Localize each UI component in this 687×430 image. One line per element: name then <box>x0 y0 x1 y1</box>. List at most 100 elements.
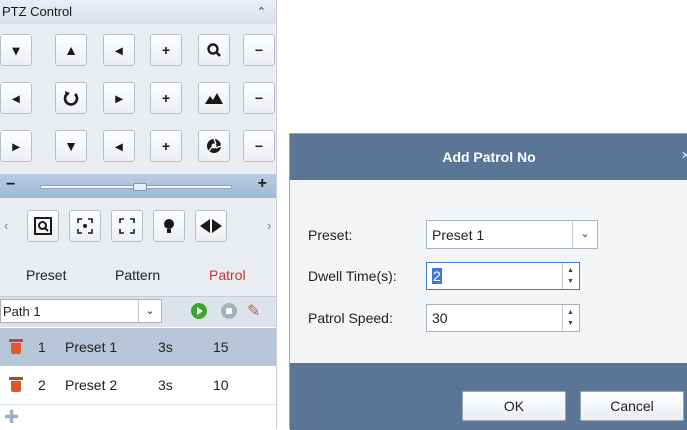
ptz-button-grid: ▾ ▲ ◂ + − ◂ ▸ + − ▸ ▼ ◂ + − <box>0 24 276 174</box>
dialog-header[interactable]: Add Patrol No × <box>290 134 687 180</box>
pan-up-right-icon: ◂ <box>115 41 123 58</box>
focus-far-button[interactable]: − <box>243 82 275 114</box>
patrol-row-speed: 15 <box>213 339 229 355</box>
delete-icon[interactable] <box>9 377 23 392</box>
arrow-left-icon: ◂ <box>12 89 20 106</box>
aperture-icon <box>207 138 222 153</box>
patrol-path-select[interactable]: Path 1 ⌄ <box>0 299 162 323</box>
patrol-speed-stepper[interactable]: 30 ▲ ▼ <box>426 304 580 332</box>
close-icon[interactable]: × <box>681 147 687 164</box>
focus-button[interactable] <box>198 82 230 114</box>
wiper-icon <box>200 219 222 233</box>
ptz-header[interactable]: PTZ Control ⌃ <box>0 0 276 25</box>
ok-button[interactable]: OK <box>462 391 566 421</box>
ptz-speed-bar: − + <box>0 174 276 198</box>
pan-down-left-button[interactable]: ▸ <box>0 130 32 162</box>
dwell-time-stepper[interactable]: 2 ▲ ▼ <box>426 262 580 290</box>
pan-up-right-button[interactable]: ◂ <box>103 34 135 66</box>
minus-icon: − <box>254 42 264 58</box>
dialog-footer: OK Cancel <box>290 363 687 430</box>
toolbar-scroll-left-icon[interactable]: ‹ <box>4 218 8 233</box>
speed-slider-thumb[interactable] <box>132 183 147 191</box>
iris-close-button[interactable]: − <box>243 130 275 162</box>
menu-button[interactable] <box>195 210 227 242</box>
pan-left-button[interactable]: ◂ <box>0 82 32 114</box>
chevron-down-icon[interactable]: ⌄ <box>138 300 161 322</box>
preset-label: Preset: <box>308 227 353 243</box>
auto-scan-button[interactable] <box>55 82 87 114</box>
play-patrol-icon[interactable] <box>191 303 207 319</box>
stepper-down-icon[interactable]: ▼ <box>567 278 574 285</box>
magnifier-icon <box>207 43 221 57</box>
dwell-time-value: 2 <box>432 268 442 284</box>
zoom-out-button[interactable]: − <box>243 34 275 66</box>
chevron-down-icon[interactable]: ⌄ <box>572 221 597 248</box>
fullscreen-button[interactable] <box>111 210 143 242</box>
pan-right-button[interactable]: ▸ <box>103 82 135 114</box>
edit-icon[interactable]: ✎ <box>247 301 260 321</box>
delete-icon[interactable] <box>9 339 23 354</box>
speed-plus-icon[interactable]: + <box>258 175 267 193</box>
pan-up-button[interactable]: ▲ <box>55 34 87 66</box>
focus-near-button[interactable]: + <box>150 82 182 114</box>
patrol-row[interactable]: 1 Preset 1 3s 15 <box>0 328 276 366</box>
add-icon[interactable]: ✚ <box>4 407 19 428</box>
minus-icon: − <box>254 90 264 106</box>
window-search-icon <box>34 217 52 235</box>
refresh-icon <box>63 91 79 106</box>
speed-minus-icon[interactable]: − <box>6 176 15 194</box>
patrol-row-index: 1 <box>38 339 46 355</box>
stepper-up-icon[interactable]: ▲ <box>567 309 574 316</box>
pan-down-right-icon: ◂ <box>115 137 123 154</box>
iris-button[interactable] <box>198 130 230 162</box>
3d-position-button[interactable] <box>69 210 101 242</box>
stepper-arrows: ▲ ▼ <box>562 305 579 331</box>
tab-preset[interactable]: Preset <box>26 267 66 283</box>
patrol-path-value: Path 1 <box>3 304 41 319</box>
stop-patrol-icon[interactable] <box>221 303 237 319</box>
iris-open-button[interactable]: + <box>150 130 182 162</box>
arrow-up-icon: ▲ <box>64 42 78 58</box>
patrol-row-dwell: 3s <box>158 339 173 355</box>
plus-icon: + <box>161 90 171 106</box>
pan-up-left-button[interactable]: ▾ <box>0 34 32 66</box>
dwell-time-label: Dwell Time(s): <box>308 268 397 284</box>
ptz-tabs: Preset Pattern Patrol <box>0 256 276 297</box>
light-button[interactable] <box>27 210 59 242</box>
minus-icon: − <box>254 138 264 154</box>
pan-down-button[interactable]: ▼ <box>55 130 87 162</box>
dialog-title: Add Patrol No <box>442 149 536 165</box>
patrol-path-row: Path 1 ⌄ ✎ <box>0 297 276 327</box>
stepper-up-icon[interactable]: ▲ <box>567 267 574 274</box>
chevron-up-icon[interactable]: ⌃ <box>257 5 266 18</box>
mountain-icon <box>205 93 223 104</box>
patrol-row-preset: Preset 2 <box>65 377 118 393</box>
patrol-row-preset: Preset 1 <box>65 339 118 355</box>
patrol-speed-label: Patrol Speed: <box>308 310 393 326</box>
zoom-button[interactable] <box>198 34 230 66</box>
arrow-right-icon: ▸ <box>115 89 123 106</box>
pan-down-left-icon: ▸ <box>12 137 20 154</box>
plus-icon: + <box>161 138 171 154</box>
preset-select[interactable]: Preset 1 ⌄ <box>426 220 598 249</box>
tab-pattern[interactable]: Pattern <box>115 267 160 283</box>
zoom-in-button[interactable]: + <box>150 34 182 66</box>
tab-patrol[interactable]: Patrol <box>209 267 246 283</box>
preset-select-value: Preset 1 <box>432 227 485 243</box>
patrol-row[interactable]: 2 Preset 2 3s 10 <box>0 366 276 405</box>
stepper-down-icon[interactable]: ▼ <box>567 320 574 327</box>
wiper-button[interactable] <box>153 210 185 242</box>
ptz-control-panel: PTZ Control ⌃ ▾ ▲ ◂ + − ◂ ▸ + − ▸ ▼ ◂ + … <box>0 0 277 429</box>
patrol-speed-value: 30 <box>432 310 448 326</box>
cancel-button[interactable]: Cancel <box>580 391 684 421</box>
ptz-toolbar: ‹ › <box>0 198 276 256</box>
pan-down-right-button[interactable]: ◂ <box>103 130 135 162</box>
arrow-down-icon: ▼ <box>64 138 78 154</box>
expand-icon <box>119 218 135 234</box>
patrol-row-dwell: 3s <box>158 377 173 393</box>
toolbar-scroll-right-icon[interactable]: › <box>267 218 271 233</box>
plus-icon: + <box>161 42 171 58</box>
stepper-arrows: ▲ ▼ <box>562 263 579 289</box>
add-patrol-dialog: Add Patrol No × Preset: Preset 1 ⌄ Dwell… <box>289 133 687 430</box>
ptz-title: PTZ Control <box>2 4 73 19</box>
